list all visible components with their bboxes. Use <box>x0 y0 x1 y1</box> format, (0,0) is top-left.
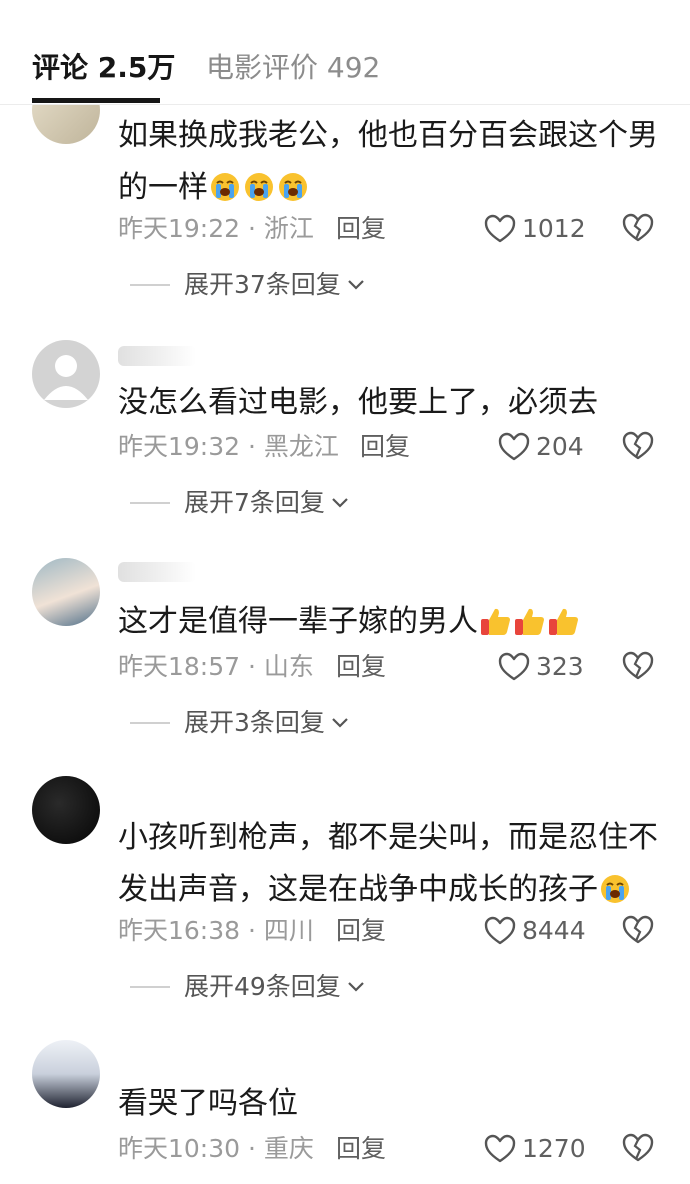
like-count: 8444 <box>522 916 586 945</box>
crying-face-emoji <box>599 873 631 905</box>
reply-button[interactable]: 回复 <box>336 650 386 684</box>
crying-face-emoji <box>243 171 275 203</box>
divider-line <box>130 502 170 504</box>
reply-button[interactable]: 回复 <box>336 212 386 246</box>
like-button[interactable]: 323 <box>498 650 584 684</box>
reply-button[interactable]: 回复 <box>336 1132 386 1166</box>
heart-icon <box>484 1134 516 1164</box>
expand-replies[interactable]: 展开49条回复 <box>130 970 365 1004</box>
like-button[interactable]: 1012 <box>484 212 586 246</box>
broken-heart-icon[interactable] <box>622 1132 654 1164</box>
comment-meta: 昨天18:57 · 山东 <box>118 652 314 681</box>
active-tab-indicator <box>32 98 160 103</box>
tab-bar: 评论 2.5万 电影评价 492 <box>0 0 690 105</box>
comment-meta: 昨天10:30 · 重庆 <box>118 1134 314 1163</box>
comment-meta: 昨天16:38 · 四川 <box>118 916 314 945</box>
username-redacted <box>118 346 196 366</box>
like-count: 1270 <box>522 1134 586 1163</box>
expand-replies[interactable]: 展开37条回复 <box>130 268 365 302</box>
heart-icon <box>498 432 530 462</box>
like-button[interactable]: 8444 <box>484 914 586 948</box>
chevron-down-icon <box>331 717 349 729</box>
divider-line <box>130 284 170 286</box>
expand-replies-label: 展开37条回复 <box>184 270 341 299</box>
thumbs-up-emoji <box>547 605 579 637</box>
chevron-down-icon <box>347 981 365 993</box>
broken-heart-icon[interactable] <box>622 914 654 946</box>
reply-button[interactable]: 回复 <box>360 430 410 464</box>
thumbs-up-emoji <box>513 605 545 637</box>
expand-replies[interactable]: 展开7条回复 <box>130 486 349 520</box>
comment-text: 这才是值得一辈子嫁的男人 <box>118 596 668 648</box>
broken-heart-icon[interactable] <box>622 212 654 244</box>
divider-line <box>130 986 170 988</box>
chevron-down-icon <box>331 497 349 509</box>
comment-meta: 昨天19:22 · 浙江 <box>118 214 314 243</box>
crying-face-emoji <box>277 171 309 203</box>
like-count: 204 <box>536 432 584 461</box>
comment-text: 如果换成我老公，他也百分百会跟这个男的一样 <box>118 118 658 205</box>
heart-icon <box>498 652 530 682</box>
avatar[interactable] <box>32 558 100 626</box>
expand-replies[interactable]: 展开3条回复 <box>130 706 349 740</box>
tab-movie-reviews[interactable]: 电影评价 492 <box>206 50 380 86</box>
comment-text: 没怎么看过电影，他要上了，必须去 <box>118 385 598 420</box>
tab-comments[interactable]: 评论 2.5万 <box>32 50 175 86</box>
like-button[interactable]: 1270 <box>484 1132 586 1166</box>
username-redacted <box>118 562 196 582</box>
comment-text: 小孩听到枪声，都不是尖叫，而是忍住不发出声音，这是在战争中成长的孩子 <box>118 820 658 907</box>
heart-icon <box>484 214 516 244</box>
chevron-down-icon <box>347 279 365 291</box>
expand-replies-label: 展开49条回复 <box>184 972 341 1001</box>
comment-meta: 昨天19:32 · 黑龙江 <box>118 432 339 461</box>
comment-text: 看哭了吗各位 <box>118 1086 298 1121</box>
like-count: 1012 <box>522 214 586 243</box>
avatar[interactable] <box>32 1040 100 1108</box>
avatar[interactable] <box>32 340 100 408</box>
avatar[interactable] <box>32 776 100 844</box>
expand-replies-label: 展开3条回复 <box>184 708 325 737</box>
broken-heart-icon[interactable] <box>622 430 654 462</box>
broken-heart-icon[interactable] <box>622 650 654 682</box>
divider-line <box>130 722 170 724</box>
like-button[interactable]: 204 <box>498 430 584 464</box>
thumbs-up-emoji <box>479 605 511 637</box>
reply-button[interactable]: 回复 <box>336 914 386 948</box>
default-avatar-icon <box>44 355 88 400</box>
heart-icon <box>484 916 516 946</box>
like-count: 323 <box>536 652 584 681</box>
crying-face-emoji <box>209 171 241 203</box>
expand-replies-label: 展开7条回复 <box>184 488 325 517</box>
